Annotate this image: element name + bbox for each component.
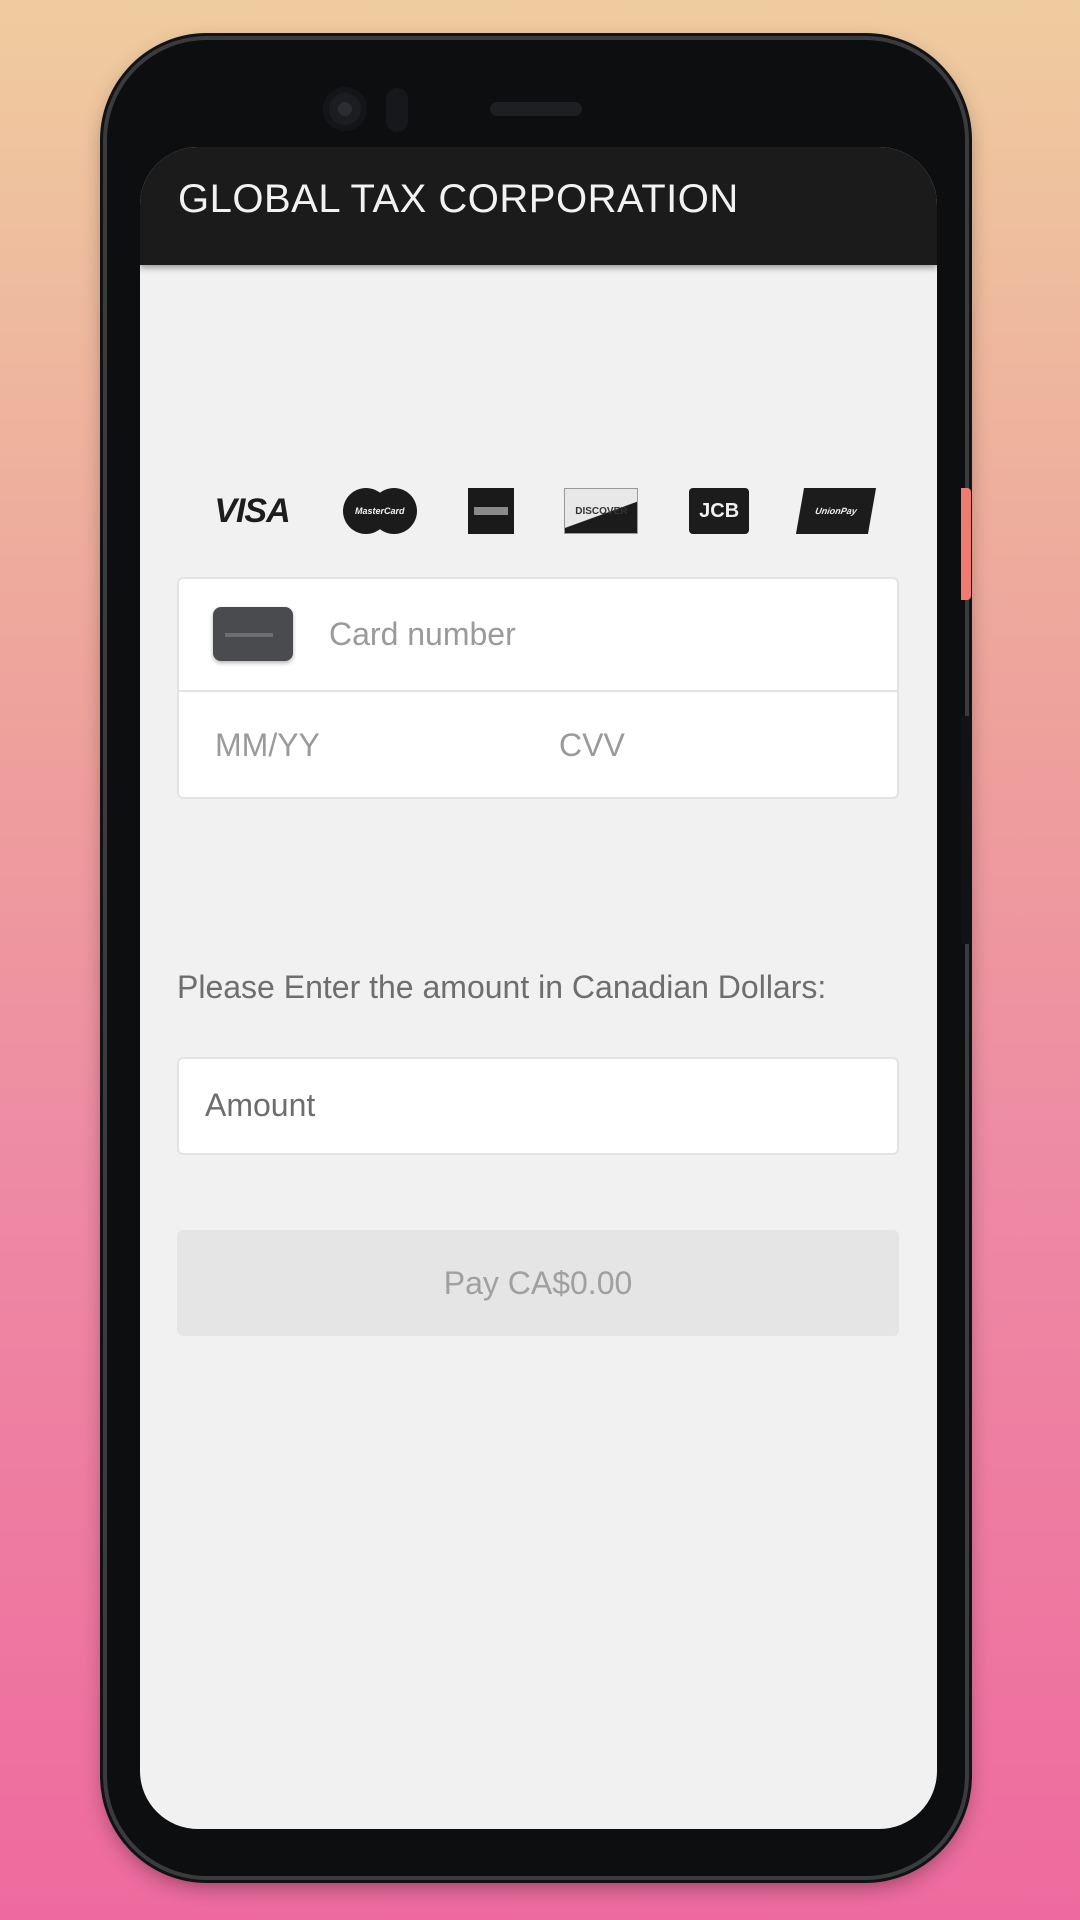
amount-input[interactable]: Amount [177,1057,899,1155]
amount-label: Please Enter the amount in Canadian Doll… [177,969,827,1005]
discover-icon: DISCOVER [564,488,639,534]
visa-icon: VISA [214,491,290,530]
power-button [961,488,971,600]
proximity-sensor [386,88,408,132]
pay-button[interactable]: Pay CA$0.00 [177,1230,899,1336]
cvv-field[interactable]: CVV [559,727,625,764]
unionpay-icon: UnionPay [795,488,877,534]
jcb-icon: JCB [689,488,750,534]
credit-card-icon [213,607,293,661]
amount-placeholder: Amount [205,1087,316,1123]
card-details-form: Card number MM/YY CVV [177,577,899,799]
mastercard-icon: MasterCard [342,484,417,538]
amex-icon [467,488,514,534]
mastercard-label: MasterCard [355,506,405,516]
app-bar: GLOBAL TAX CORPORATION [140,147,937,265]
app-screen: GLOBAL TAX CORPORATION VISA MasterCard D… [140,147,937,1829]
app-title: GLOBAL TAX CORPORATION [178,177,739,221]
expiry-field[interactable]: MM/YY [215,727,320,764]
earpiece-speaker [490,102,582,116]
card-number-field[interactable]: Card number [179,579,897,692]
front-camera [323,87,367,131]
card-number-placeholder: Card number [329,616,516,652]
volume-button [961,716,971,944]
card-brand-logos: VISA MasterCard DISCOVER JCB UnionPay [212,484,877,538]
